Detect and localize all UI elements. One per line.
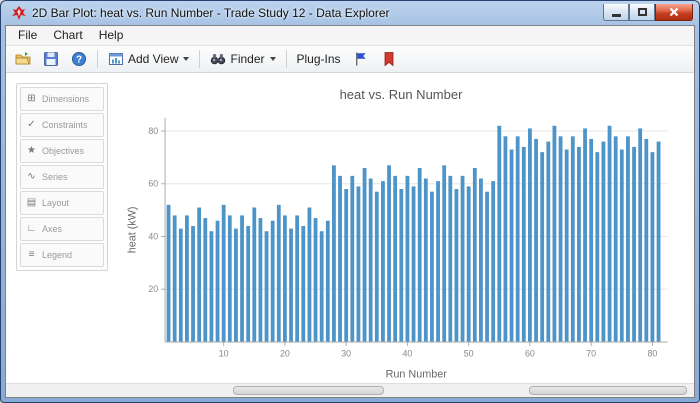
chevron-down-icon <box>183 57 189 61</box>
open-button[interactable] <box>10 48 36 70</box>
help-icon: ? <box>71 51 87 67</box>
maximize-button[interactable] <box>629 4 655 21</box>
finder-label: Finder <box>230 52 264 66</box>
sidebar-item-series[interactable]: ∿ Series <box>20 165 104 189</box>
svg-text:40: 40 <box>402 349 412 359</box>
svg-text:heat (kW): heat (kW) <box>126 206 138 253</box>
sidebar-item-legend[interactable]: ≡ Legend <box>20 243 104 267</box>
sidebar-item-label: Axes <box>42 224 62 234</box>
add-view-button[interactable]: Add View <box>103 48 194 70</box>
grid-icon: ⊞ <box>26 93 37 104</box>
sidebar-item-objectives[interactable]: ★ Objectives <box>20 139 104 163</box>
svg-text:60: 60 <box>525 349 535 359</box>
finder-icon <box>210 51 226 67</box>
svg-text:?: ? <box>76 55 82 66</box>
bar-chart: 20 40 60 80 10 20 30 40 50 60 70 80 Run Number heat (… <box>119 110 684 383</box>
maximize-icon <box>638 8 647 16</box>
svg-text:40: 40 <box>148 231 158 241</box>
app-window: 2D Bar Plot: heat vs. Run Number - Trade… <box>0 0 700 403</box>
svg-text:50: 50 <box>463 349 473 359</box>
svg-text:30: 30 <box>341 349 351 359</box>
finder-button[interactable]: Finder <box>205 48 280 70</box>
svg-text:20: 20 <box>148 284 158 294</box>
close-icon <box>669 7 679 17</box>
toolbar-separator <box>97 50 98 68</box>
flag-icon <box>353 51 369 67</box>
menu-help[interactable]: Help <box>91 26 132 44</box>
wave-icon: ∿ <box>26 171 37 182</box>
title-bar[interactable]: 2D Bar Plot: heat vs. Run Number - Trade… <box>5 1 695 25</box>
horizontal-scrollbar <box>6 383 694 397</box>
page-icon: ▤ <box>26 197 37 208</box>
sidebar-item-label: Layout <box>42 198 69 208</box>
save-icon <box>43 51 59 67</box>
toolbar-separator <box>199 50 200 68</box>
chart-title: heat vs. Run Number <box>340 87 463 102</box>
open-icon <box>15 51 31 67</box>
check-icon: ✓ <box>26 119 37 130</box>
axes-icon: ∟ <box>26 223 37 234</box>
scrollbar-thumb[interactable] <box>233 386 384 395</box>
help-button[interactable]: ? <box>66 48 92 70</box>
sidebar-item-label: Dimensions <box>42 94 89 104</box>
sidebar-item-layout[interactable]: ▤ Layout <box>20 191 104 215</box>
svg-text:Run Number: Run Number <box>385 368 447 380</box>
svg-text:80: 80 <box>148 126 158 136</box>
sidebar-item-label: Series <box>42 172 68 182</box>
menu-chart[interactable]: Chart <box>45 26 90 44</box>
flag-button[interactable] <box>348 48 374 70</box>
toolbar-separator <box>286 50 287 68</box>
bookmark-icon <box>381 51 397 67</box>
add-view-label: Add View <box>128 52 178 66</box>
sidebar-item-dimensions[interactable]: ⊞ Dimensions <box>20 87 104 111</box>
close-button[interactable] <box>655 4 693 21</box>
chart-panel: heat vs. Run Number 20 40 60 80 10 20 30 40 50 60… <box>108 73 694 383</box>
star-icon: ★ <box>26 145 37 156</box>
minimize-icon <box>612 14 621 17</box>
chart-settings-panel: ⊞ Dimensions ✓ Constraints ★ Objectives … <box>16 83 108 271</box>
menu-bar: File Chart Help <box>6 26 694 47</box>
bookmark-button[interactable] <box>376 48 402 70</box>
sidebar-item-label: Legend <box>42 250 72 260</box>
svg-text:60: 60 <box>148 179 158 189</box>
client-area: File Chart Help <box>5 25 695 398</box>
chevron-down-icon <box>270 57 276 61</box>
sidebar-item-axes[interactable]: ∟ Axes <box>20 217 104 241</box>
save-button[interactable] <box>38 48 64 70</box>
sidebar-item-constraints[interactable]: ✓ Constraints <box>20 113 104 137</box>
menu-file[interactable]: File <box>10 26 45 44</box>
scrollbar-thumb[interactable] <box>529 386 687 395</box>
svg-text:20: 20 <box>280 349 290 359</box>
list-icon: ≡ <box>26 249 37 260</box>
svg-text:10: 10 <box>218 349 228 359</box>
app-icon <box>11 5 27 21</box>
plugins-label: Plug-Ins <box>297 52 341 66</box>
plugins-button[interactable]: Plug-Ins <box>292 48 346 70</box>
sidebar-item-label: Constraints <box>42 120 88 130</box>
window-title: 2D Bar Plot: heat vs. Run Number - Trade… <box>32 6 597 20</box>
sidebar-item-label: Objectives <box>42 146 84 156</box>
svg-text:70: 70 <box>586 349 596 359</box>
svg-text:80: 80 <box>647 349 657 359</box>
minimize-button[interactable] <box>603 4 629 21</box>
add-view-icon <box>108 51 124 67</box>
main-area: ⊞ Dimensions ✓ Constraints ★ Objectives … <box>6 73 694 383</box>
toolbar: ? Add View <box>6 46 694 73</box>
